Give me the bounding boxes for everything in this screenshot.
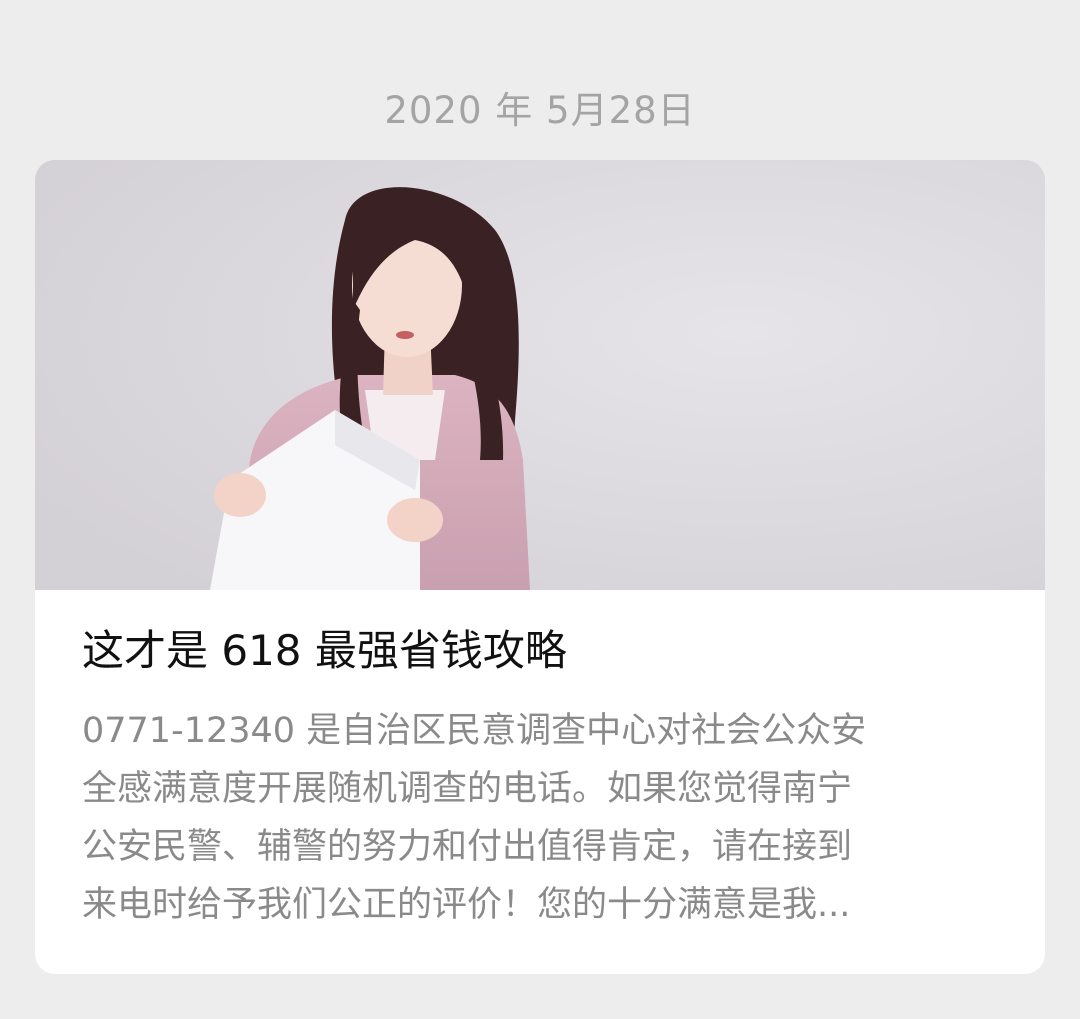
article-title[interactable]: 这才是 618 最强省钱攻略 <box>82 625 1002 677</box>
summary-line: 来电时给予我们公正的评价！您的十分满意是我... <box>82 885 851 925</box>
message-date: 2020 年 5月28日 <box>384 89 696 132</box>
summary-line: 全感满意度开展随机调查的电话。如果您觉得南宁 <box>82 769 853 809</box>
summary-line: 0771-12340 是自治区民意调查中心对社会公众安 <box>82 711 867 751</box>
article-card[interactable]: 这才是 618 最强省钱攻略 0771-12340 是自治区民意调查中心对社会公… <box>35 160 1045 974</box>
summary-line: 公安民警、辅警的努力和付出值得肯定，请在接到 <box>82 827 853 867</box>
article-summary[interactable]: 0771-12340 是自治区民意调查中心对社会公众安 全感满意度开展随机调查的… <box>82 702 1002 934</box>
cover-photo-illustration <box>35 160 1045 590</box>
article-cover-image[interactable] <box>35 160 1045 590</box>
